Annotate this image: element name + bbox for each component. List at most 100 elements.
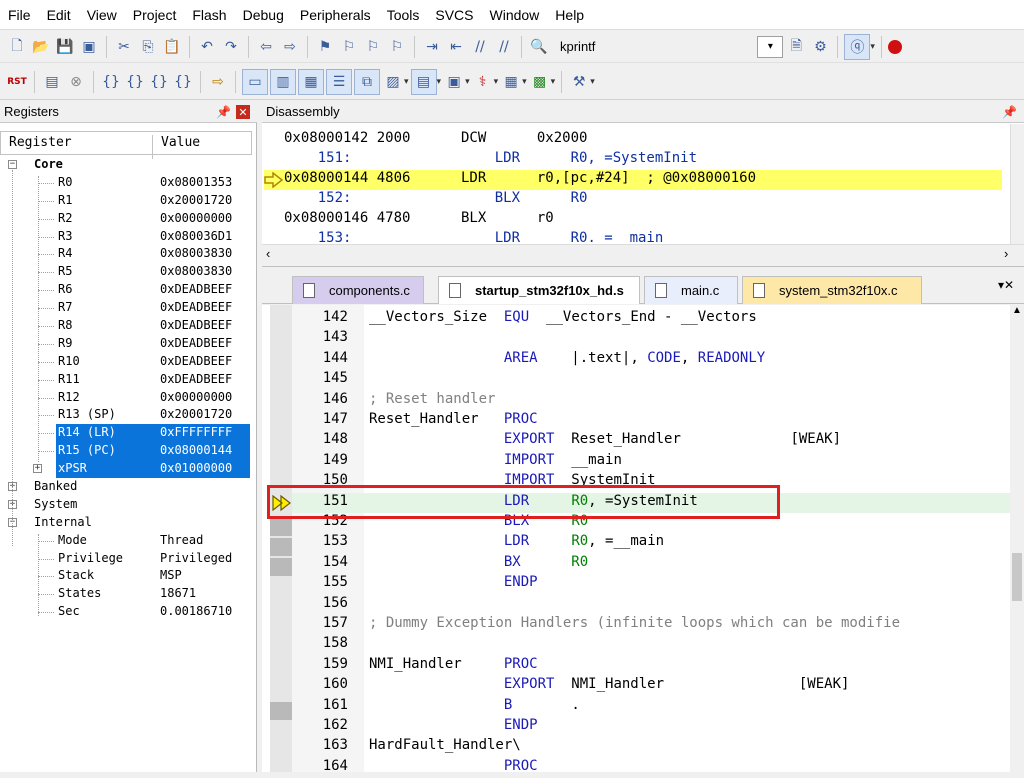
- scroll-left-icon[interactable]: ‹: [266, 246, 270, 261]
- editor-vertical-scrollbar[interactable]: ▲: [1010, 305, 1024, 772]
- symbols-window-icon[interactable]: ▦: [298, 68, 324, 95]
- watch-dropdown-icon[interactable]: ▾: [404, 76, 409, 87]
- disasm-line[interactable]: 0x08000142 2000 DCW 0x2000: [284, 130, 1000, 150]
- menu-debug[interactable]: Debug: [235, 7, 292, 23]
- register-value[interactable]: 0xDEADBEEF: [160, 282, 232, 296]
- unindent-icon[interactable]: ⇤: [445, 36, 467, 58]
- new-file-icon[interactable]: 🗋: [6, 36, 28, 58]
- col-value[interactable]: Value: [161, 135, 200, 150]
- scroll-thumb[interactable]: [1012, 553, 1022, 601]
- toolbox-icon[interactable]: ⚒: [568, 71, 590, 93]
- code-line[interactable]: 163 HardFault_Handler\: [292, 737, 1012, 757]
- save-icon[interactable]: 💾: [54, 36, 76, 58]
- pin-icon[interactable]: 📌: [216, 105, 231, 119]
- memory-dropdown-icon[interactable]: ▾: [437, 76, 442, 87]
- menu-tools[interactable]: Tools: [379, 7, 428, 23]
- horizontal-scrollbar[interactable]: [262, 244, 1024, 266]
- tree-node-system[interactable]: + System: [0, 496, 252, 514]
- vertical-scrollbar[interactable]: [1010, 124, 1024, 244]
- code-line[interactable]: 143: [292, 329, 1012, 349]
- menu-flash[interactable]: Flash: [184, 7, 234, 23]
- bookmark-icon[interactable]: ⚑: [314, 36, 336, 58]
- save-all-icon[interactable]: ▣: [78, 36, 100, 58]
- register-value[interactable]: 0x08003830: [160, 246, 232, 260]
- tabs-menu-icon[interactable]: ▾✕: [998, 278, 1014, 292]
- code-line[interactable]: 145: [292, 370, 1012, 390]
- code-line[interactable]: 144 AREA |.text|, CODE, READONLY: [292, 350, 1012, 370]
- register-value[interactable]: 0xDEADBEEF: [160, 318, 232, 332]
- call-stack-icon[interactable]: ⧉: [354, 68, 380, 95]
- copy-icon[interactable]: ⎘: [137, 36, 159, 58]
- code-line[interactable]: 158: [292, 635, 1012, 655]
- tree-node-core[interactable]: − Core: [0, 156, 252, 174]
- expand-icon[interactable]: +: [33, 464, 42, 474]
- code-editor[interactable]: 142 __Vectors_Size EQU __Vectors_End - __…: [262, 305, 1024, 774]
- show-next-statement-icon[interactable]: ⇨: [207, 71, 229, 93]
- register-value[interactable]: 0x080036D1: [160, 229, 232, 243]
- register-value[interactable]: 0x08001353: [160, 175, 232, 189]
- register-value[interactable]: 0xDEADBEEF: [160, 354, 232, 368]
- register-value[interactable]: 0.00186710: [160, 604, 232, 618]
- code-line[interactable]: 164 PROC: [292, 758, 1012, 778]
- scroll-up-icon[interactable]: ▲: [1012, 305, 1022, 316]
- col-register[interactable]: Register: [9, 135, 72, 150]
- disasm-line[interactable]: 0x08000146 4780 BLX r0: [284, 210, 1000, 230]
- menu-window[interactable]: Window: [482, 7, 548, 23]
- register-value[interactable]: 0x00000000: [160, 211, 232, 225]
- command-window-icon[interactable]: ▭: [242, 68, 268, 95]
- register-value[interactable]: Privileged: [160, 551, 232, 565]
- code-line[interactable]: 157 ; Dummy Exception Handlers (infinite …: [292, 615, 1012, 635]
- code-line[interactable]: 148 EXPORT Reset_Handler [WEAK]: [292, 431, 1012, 451]
- code-line[interactable]: 162 ENDP: [292, 717, 1012, 737]
- indent-icon[interactable]: ⇥: [421, 36, 443, 58]
- find-text[interactable]: kprintf: [560, 39, 595, 54]
- nav-forward-icon[interactable]: ⇨: [279, 36, 301, 58]
- nav-back-icon[interactable]: ⇦: [255, 36, 277, 58]
- tab-startup[interactable]: startup_stm32f10x_hd.s: [438, 276, 640, 304]
- bookmark-clear-icon[interactable]: ⚐: [386, 36, 408, 58]
- stop-icon[interactable]: ⊗: [65, 71, 87, 93]
- bookmark-prev-icon[interactable]: ⚐: [338, 36, 360, 58]
- register-value[interactable]: 0xDEADBEEF: [160, 372, 232, 386]
- watch-window-icon[interactable]: ▨: [382, 71, 404, 93]
- system-viewer-dropdown-icon[interactable]: ▾: [551, 76, 556, 87]
- register-value[interactable]: 0x08000144: [160, 443, 232, 457]
- register-value[interactable]: 0x20001720: [160, 407, 232, 421]
- uncomment-icon[interactable]: //: [493, 36, 515, 58]
- run-to-cursor-icon[interactable]: {}: [172, 71, 194, 93]
- code-line[interactable]: 161 B .: [292, 697, 1012, 717]
- trace-window-icon[interactable]: ▦: [500, 71, 522, 93]
- menu-view[interactable]: View: [79, 7, 125, 23]
- open-folder-icon[interactable]: 📂: [30, 36, 52, 58]
- find-in-files-icon[interactable]: 🔍: [528, 36, 550, 58]
- tree-node-internal[interactable]: − Internal: [0, 514, 252, 532]
- analysis-window-icon[interactable]: ⚕: [472, 71, 494, 93]
- system-viewer-icon[interactable]: ▩: [529, 71, 551, 93]
- disassembly-window-icon[interactable]: ▥: [270, 68, 296, 95]
- menu-help[interactable]: Help: [547, 7, 592, 23]
- register-value[interactable]: 0x00000000: [160, 390, 232, 404]
- register-value[interactable]: Thread: [160, 533, 203, 547]
- register-value[interactable]: MSP: [160, 568, 182, 582]
- register-value[interactable]: 0x01000000: [160, 461, 232, 475]
- register-value[interactable]: 0x08003830: [160, 264, 232, 278]
- paste-icon[interactable]: 📋: [161, 36, 183, 58]
- menu-project[interactable]: Project: [125, 7, 185, 23]
- menu-svcs[interactable]: SVCS: [427, 7, 481, 23]
- pin-icon[interactable]: 📌: [1002, 105, 1017, 119]
- step-out-icon[interactable]: {}: [148, 71, 170, 93]
- incremental-find-icon[interactable]: 🗎: [785, 36, 807, 58]
- scroll-right-icon[interactable]: ›: [1004, 246, 1008, 261]
- code-line[interactable]: 146 ; Reset handler: [292, 391, 1012, 411]
- undo-icon[interactable]: ↶: [196, 36, 218, 58]
- disasm-current-line[interactable]: 0x08000144 4806 LDR r0,[pc,#24] ; @0x080…: [264, 170, 1002, 190]
- register-value[interactable]: 0xFFFFFFFF: [160, 425, 232, 439]
- debug-session-icon[interactable]: ⓠ: [844, 33, 871, 60]
- serial-window-icon[interactable]: ▣: [443, 71, 465, 93]
- code-line[interactable]: 154 BX R0: [292, 554, 1012, 574]
- reset-icon[interactable]: RST: [6, 71, 28, 93]
- register-value[interactable]: 0x20001720: [160, 193, 232, 207]
- menu-file[interactable]: File: [0, 7, 39, 23]
- menu-edit[interactable]: Edit: [39, 7, 79, 23]
- toolbox-dropdown-icon[interactable]: ▾: [590, 76, 595, 87]
